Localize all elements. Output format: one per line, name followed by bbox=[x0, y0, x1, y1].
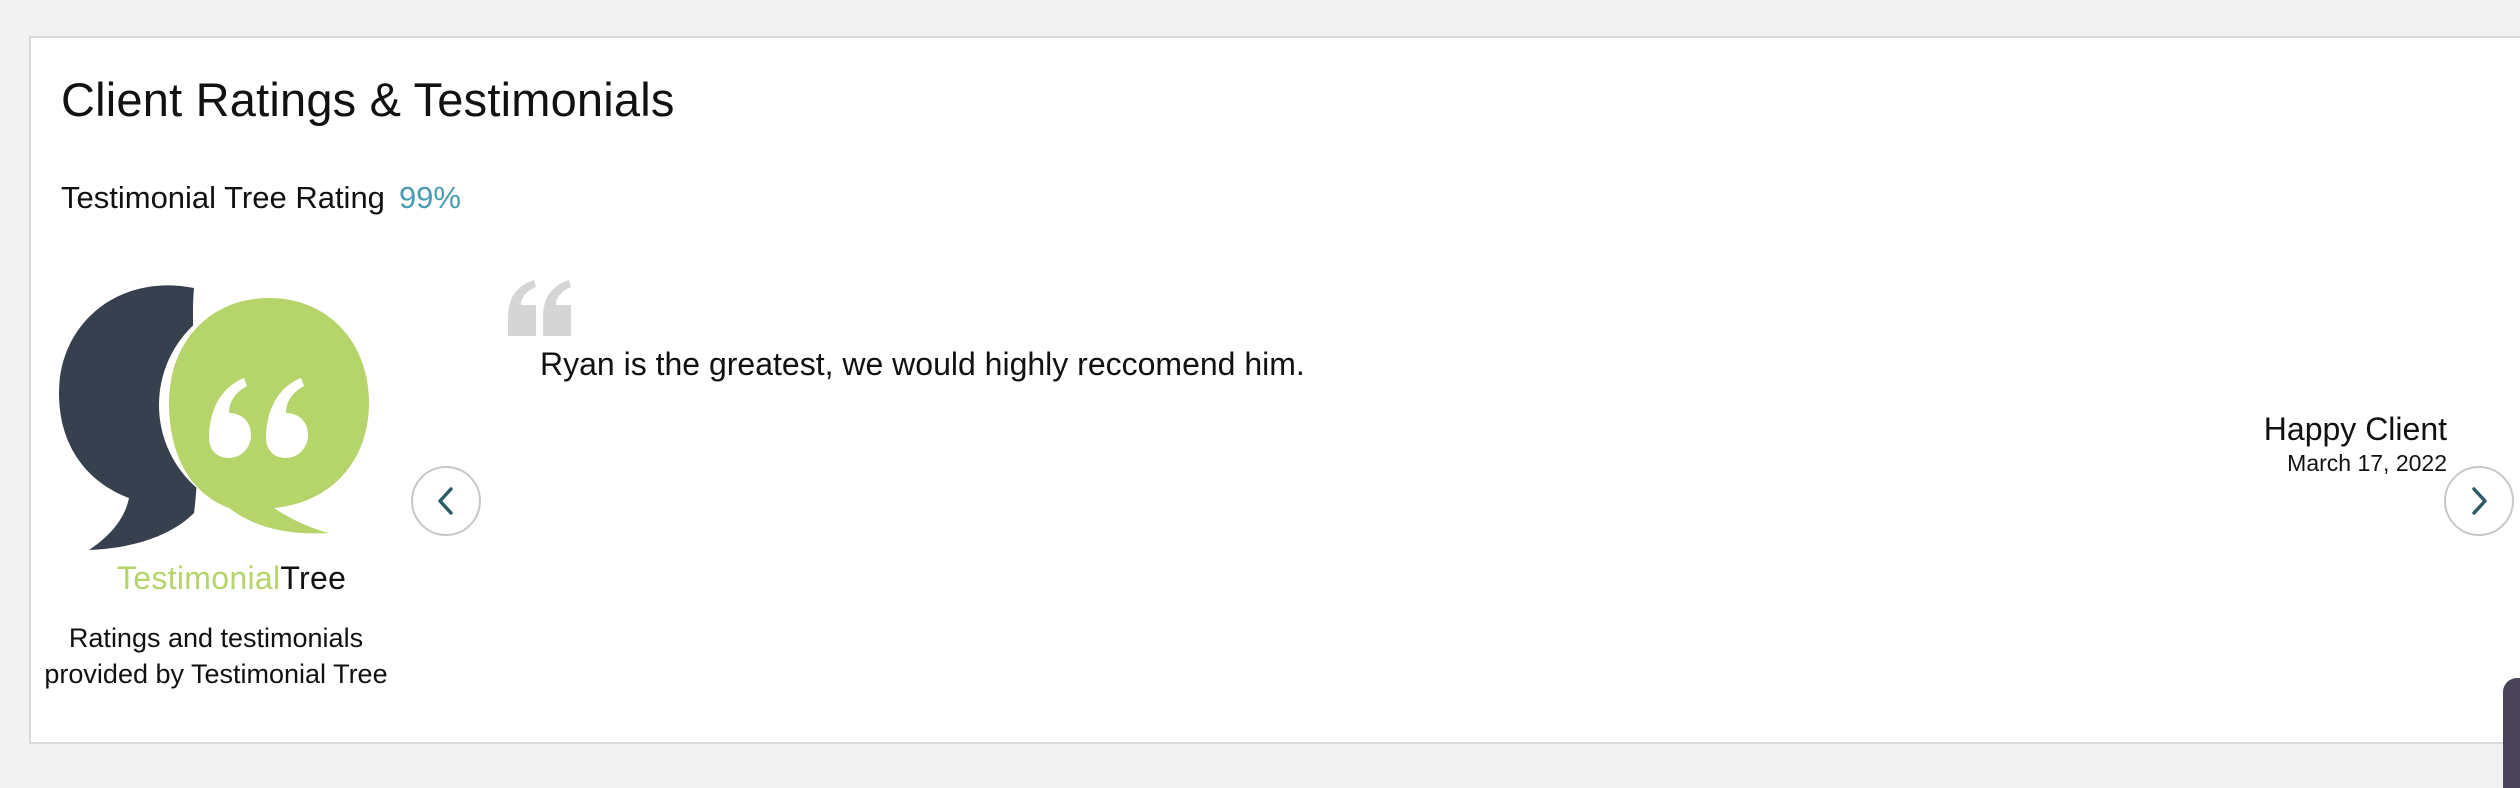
author-name: Happy Client bbox=[2263, 411, 2447, 447]
chat-widget-tab[interactable] bbox=[2503, 678, 2520, 788]
rating-value: 99% bbox=[398, 180, 461, 215]
speech-bubbles-logo-icon bbox=[59, 285, 379, 550]
brand-wordmark: TestimonialTree bbox=[117, 560, 346, 597]
ratings-panel: Client Ratings & Testimonials Testimonia… bbox=[29, 36, 2520, 744]
testimonial-author-block: Happy Client March 17, 2022 bbox=[2264, 410, 2447, 478]
testimonial-date: March 17, 2022 bbox=[2287, 450, 2447, 476]
chevron-right-icon bbox=[2472, 487, 2487, 515]
previous-button[interactable] bbox=[411, 466, 481, 536]
chevron-left-icon bbox=[438, 487, 453, 515]
provided-by-text: Ratings and testimonials provided by Tes… bbox=[44, 623, 388, 689]
quote-icon bbox=[508, 280, 571, 336]
rating-label: Testimonial Tree Rating bbox=[61, 180, 385, 215]
brand-part1: Testimonial bbox=[117, 560, 281, 596]
page-title: Client Ratings & Testimonials bbox=[61, 73, 675, 126]
rating-row: Testimonial Tree Rating 99% bbox=[61, 180, 461, 216]
brand-part2: Tree bbox=[280, 560, 347, 596]
next-button[interactable] bbox=[2444, 466, 2514, 536]
testimonial-text: Ryan is the greatest, we would highly re… bbox=[540, 346, 1305, 382]
